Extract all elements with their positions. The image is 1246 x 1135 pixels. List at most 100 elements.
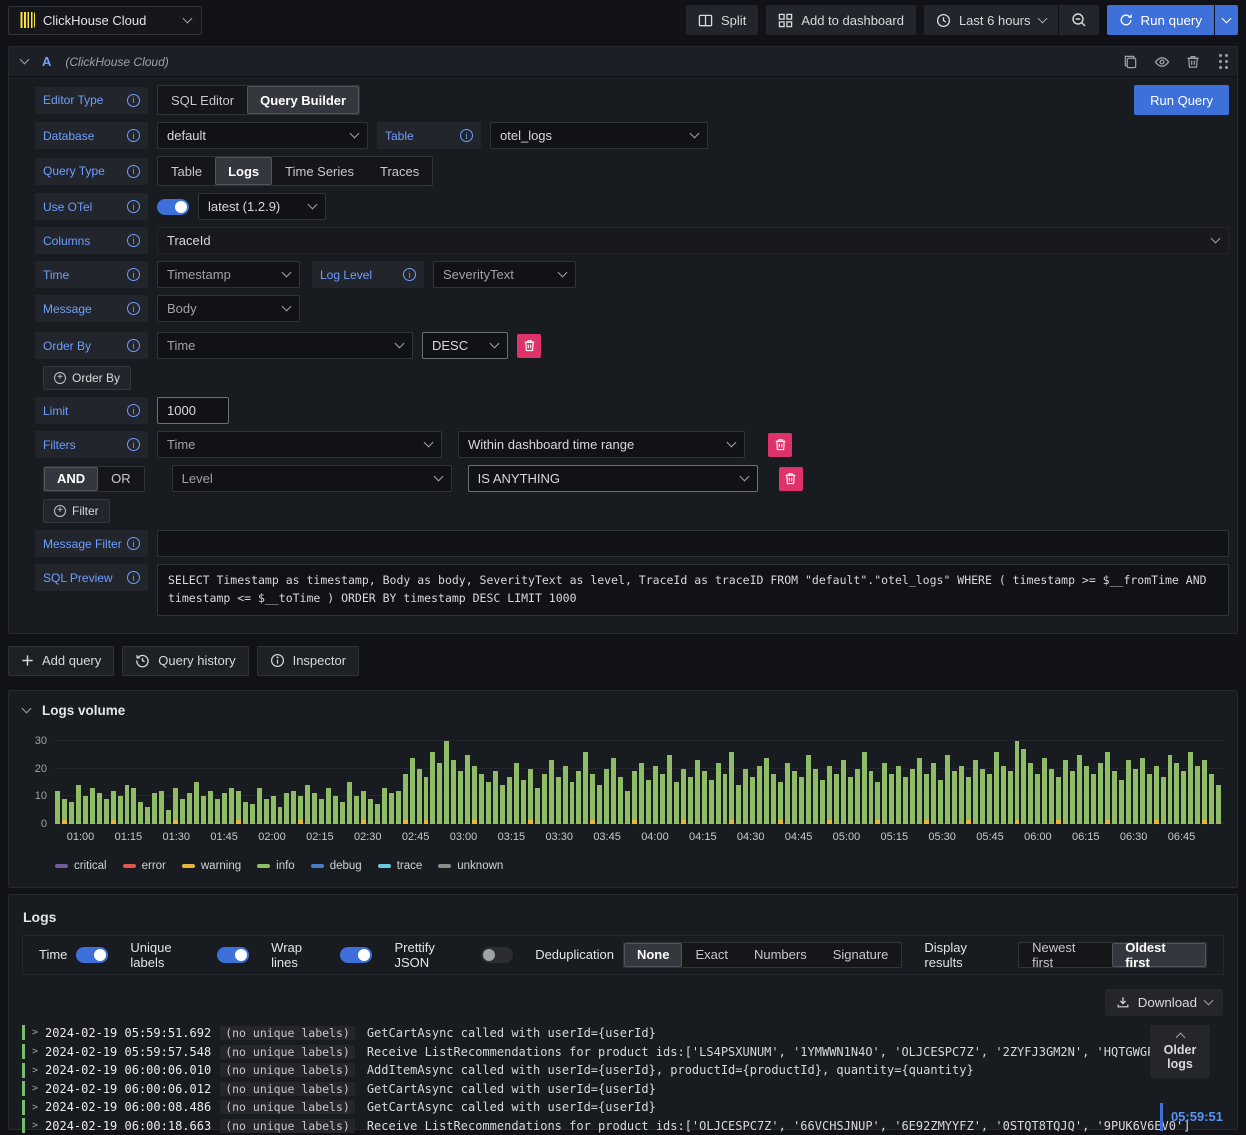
remove-order-by-button[interactable]	[517, 333, 541, 358]
volume-bar	[89, 787, 95, 824]
legend-item-critical[interactable]: critical	[55, 860, 107, 872]
download-button[interactable]: Download	[1104, 988, 1223, 1016]
add-filter-button[interactable]: Filter	[43, 499, 110, 523]
legend-item-unknown[interactable]: unknown	[438, 860, 503, 872]
otel-version-select[interactable]: latest (1.2.9)	[198, 193, 326, 220]
info-icon[interactable]	[127, 268, 140, 281]
legend-item-error[interactable]: error	[122, 860, 166, 872]
info-icon[interactable]	[127, 438, 140, 451]
oldest-first-option[interactable]: Oldest first	[1112, 940, 1206, 970]
query-builder-option[interactable]: Query Builder	[247, 86, 360, 114]
query-type-table-option[interactable]: Table	[158, 157, 215, 185]
run-query-button[interactable]: Run query	[1106, 5, 1214, 35]
legend-item-info[interactable]: info	[257, 860, 295, 872]
collapse-chevron-icon[interactable]	[19, 54, 30, 65]
remove-query-trash-icon[interactable]	[1186, 54, 1200, 69]
expand-chevron-icon[interactable]: >	[32, 1120, 38, 1131]
volume-bar	[771, 774, 777, 824]
datasource-picker[interactable]: ClickHouse Cloud	[8, 5, 202, 35]
add-to-dashboard-button[interactable]: Add to dashboard	[766, 5, 916, 35]
info-icon[interactable]	[127, 571, 140, 584]
hide-response-eye-icon[interactable]	[1154, 54, 1170, 70]
dedup-numbers-option[interactable]: Numbers	[741, 943, 820, 967]
log-row[interactable]: >2024-02-19 05:59:57.548 (no unique label…	[22, 1042, 1224, 1061]
time-column-select[interactable]: Timestamp	[157, 261, 300, 288]
drag-handle-icon[interactable]	[1219, 60, 1222, 63]
table-select[interactable]: otel_logs	[490, 122, 708, 149]
unique-labels-toggle[interactable]	[217, 946, 250, 963]
condition-operator-select[interactable]: IS ANYTHING	[467, 465, 758, 492]
older-logs-button[interactable]: Older logs	[1150, 1024, 1210, 1079]
order-by-field-select[interactable]: Time	[157, 332, 413, 359]
message-column-select[interactable]: Body	[157, 295, 300, 322]
info-icon[interactable]	[127, 93, 140, 107]
split-button[interactable]: Split	[686, 5, 759, 35]
info-icon[interactable]	[127, 302, 140, 315]
zoom-out-button[interactable]	[1058, 5, 1099, 35]
expand-chevron-icon[interactable]: >	[32, 1027, 38, 1038]
inspector-button[interactable]: Inspector	[256, 645, 360, 676]
legend-item-debug[interactable]: debug	[310, 860, 362, 872]
sql-editor-option[interactable]: SQL Editor	[158, 86, 247, 114]
info-icon[interactable]	[127, 234, 140, 247]
info-icon[interactable]	[127, 339, 140, 352]
log-message: GetCartAsync called with userId={userId}	[366, 1100, 656, 1115]
volume-bar	[242, 801, 248, 824]
expand-chevron-icon[interactable]: >	[32, 1083, 38, 1094]
or-option[interactable]: OR	[98, 467, 144, 491]
editor-run-query-button[interactable]: Run Query	[1134, 85, 1229, 115]
info-icon[interactable]	[127, 200, 140, 213]
legend-item-warning[interactable]: warning	[181, 860, 241, 872]
time-range-picker[interactable]: Last 6 hours	[923, 5, 1058, 35]
info-icon[interactable]	[127, 404, 140, 417]
query-history-button[interactable]: Query history	[122, 645, 249, 676]
columns-multiselect[interactable]: TraceId	[157, 227, 1229, 254]
prettify-json-toggle[interactable]	[481, 946, 514, 963]
limit-input[interactable]: 1000	[157, 397, 229, 424]
info-icon[interactable]	[127, 537, 140, 550]
add-order-by-button[interactable]: Order By	[43, 366, 132, 390]
collapse-chevron-icon[interactable]	[21, 703, 32, 714]
newest-first-option[interactable]: Newest first	[1019, 940, 1112, 970]
query-row-header[interactable]: A (ClickHouse Cloud)	[9, 47, 1237, 77]
query-type-logs-option[interactable]: Logs	[215, 157, 273, 185]
dedup-exact-option[interactable]: Exact	[682, 943, 741, 967]
log-row[interactable]: >2024-02-19 06:00:06.010 (no unique label…	[22, 1061, 1224, 1080]
condition-field-select[interactable]: Level	[171, 465, 452, 492]
remove-condition-button[interactable]	[778, 466, 803, 491]
run-query-dropdown-button[interactable]	[1215, 5, 1238, 35]
dedup-signature-option[interactable]: Signature	[820, 943, 902, 967]
and-option[interactable]: AND	[44, 466, 99, 491]
logs-volume-plot[interactable]: 0 10 20 30 01:00 01:15 01:30 01:45 02:00 02:15 02:…	[35, 735, 1223, 843]
database-select[interactable]: default	[157, 122, 368, 149]
log-row[interactable]: >2024-02-19 05:59:51.692 (no unique label…	[22, 1024, 1224, 1043]
log-row[interactable]: >2024-02-19 06:00:18.663 (no unique label…	[22, 1117, 1224, 1135]
message-filter-input[interactable]	[157, 530, 1229, 557]
query-type-traces-option[interactable]: Traces	[367, 157, 432, 185]
log-level-select[interactable]: SeverityText	[433, 261, 576, 288]
info-icon[interactable]	[127, 164, 140, 178]
expand-chevron-icon[interactable]: >	[32, 1046, 38, 1057]
order-by-direction-select[interactable]: DESC	[422, 332, 508, 359]
duplicate-query-icon[interactable]	[1123, 54, 1138, 69]
time-toggle[interactable]	[76, 946, 109, 963]
info-icon[interactable]	[127, 129, 140, 142]
expand-chevron-icon[interactable]: >	[32, 1102, 38, 1113]
display-results-segment: Newest first Oldest first	[1018, 940, 1207, 970]
logs-volume-header[interactable]: Logs volume	[9, 691, 1237, 722]
use-otel-toggle[interactable]	[157, 198, 189, 215]
filter-field-select[interactable]: Time	[157, 431, 442, 458]
log-row[interactable]: >2024-02-19 06:00:06.012 (no unique label…	[22, 1079, 1224, 1098]
remove-filter-button[interactable]	[768, 432, 792, 457]
filter-operator-select[interactable]: Within dashboard time range	[458, 431, 745, 458]
expand-chevron-icon[interactable]: >	[32, 1065, 38, 1076]
log-row[interactable]: >2024-02-19 06:00:08.486 (no unique label…	[22, 1098, 1224, 1117]
volume-bar	[736, 785, 742, 824]
legend-item-trace[interactable]: trace	[377, 860, 422, 872]
add-query-button[interactable]: Add query	[8, 645, 115, 676]
query-type-timeseries-option[interactable]: Time Series	[272, 157, 367, 185]
wrap-lines-toggle[interactable]	[340, 946, 373, 963]
info-icon[interactable]	[460, 129, 473, 142]
dedup-none-option[interactable]: None	[623, 942, 683, 967]
info-icon[interactable]	[403, 268, 416, 281]
